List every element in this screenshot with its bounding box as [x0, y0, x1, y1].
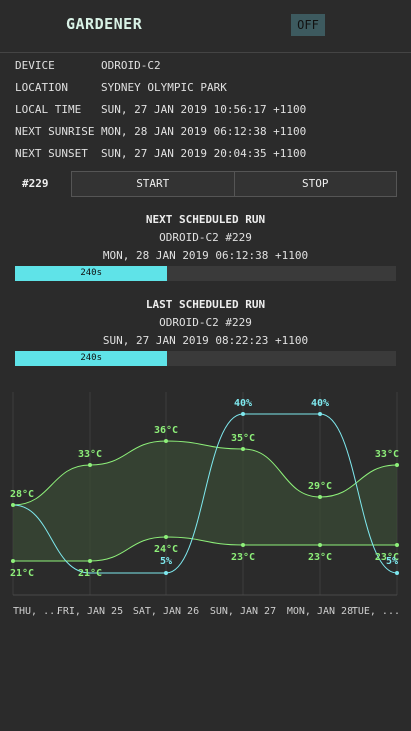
info-value: MON, 28 JAN 2019 06:12:38 +1100 [101, 125, 307, 138]
start-stop-button-group: START STOP [71, 171, 397, 197]
rain-chance-point [318, 412, 322, 416]
high-temp-point [395, 463, 399, 467]
last-run-time: SUN, 27 JAN 2019 08:22:23 +1100 [102, 334, 309, 347]
low-temp-point [395, 543, 399, 547]
x-tick-label: THU, ... [13, 606, 61, 617]
info-value: SYDNEY OLYMPIC PARK [101, 81, 227, 94]
x-tick-label: TUE, ... [352, 606, 400, 617]
last-scheduled-run: LAST SCHEDULED RUN ODROID-C2 #229 SUN, 2… [0, 296, 411, 350]
low-temp-point [241, 543, 245, 547]
app-header: GARDENER OFF [0, 0, 411, 53]
run-controls: #229 START STOP [0, 171, 411, 197]
info-row-device: DEVICE ODROID-C2 [15, 55, 306, 77]
last-run-device: ODROID-C2 #229 [159, 316, 252, 329]
last-run-progress-bar: 240s [15, 351, 396, 366]
last-run-title: LAST SCHEDULED RUN [145, 298, 266, 311]
low-temp-point [164, 535, 168, 539]
x-tick-label: SAT, JAN 26 [133, 606, 199, 617]
low-temp-label: 21°C [78, 568, 102, 579]
next-run-progress-fill: 240s [15, 266, 168, 281]
info-key: NEXT SUNRISE [15, 125, 95, 138]
info-key: LOCAL TIME [15, 103, 82, 116]
high-temp-point [241, 447, 245, 451]
last-run-progress-fill: 240s [15, 351, 168, 366]
info-row-next-sunrise: NEXT SUNRISE MON, 28 JAN 2019 06:12:38 +1… [15, 121, 306, 143]
next-run-time: MON, 28 JAN 2019 06:12:38 +1100 [102, 249, 309, 262]
rain-chance-label: 40% [234, 398, 252, 409]
run-id-label: #229 [22, 177, 49, 190]
info-row-location: LOCATION SYDNEY OLYMPIC PARK [15, 77, 306, 99]
info-value: ODROID-C2 [101, 59, 161, 72]
low-temp-label: 21°C [10, 568, 34, 579]
high-temp-label: 28°C [10, 489, 34, 500]
high-temp-label: 29°C [308, 481, 332, 492]
next-run-progress-bar: 240s [15, 266, 396, 281]
info-key: NEXT SUNSET [15, 147, 88, 160]
next-scheduled-run: NEXT SCHEDULED RUN ODROID-C2 #229 MON, 2… [0, 211, 411, 265]
high-temp-label: 33°C [78, 449, 102, 460]
high-temp-label: 36°C [154, 425, 178, 436]
rain-chance-point [241, 412, 245, 416]
info-row-next-sunset: NEXT SUNSET SUN, 27 JAN 2019 20:04:35 +11… [15, 143, 306, 165]
high-temp-label: 33°C [375, 449, 399, 460]
start-button[interactable]: START [72, 172, 234, 196]
low-temp-label: 24°C [154, 544, 178, 555]
info-key: LOCATION [15, 81, 68, 94]
low-temp-label: 23°C [231, 552, 255, 563]
stop-button[interactable]: STOP [233, 172, 397, 196]
temperature-band [13, 441, 397, 561]
x-tick-label: SUN, JAN 27 [210, 606, 276, 617]
rain-chance-point [164, 571, 168, 575]
low-temp-point [11, 559, 15, 563]
high-temp-point [11, 503, 15, 507]
info-key: DEVICE [15, 59, 55, 72]
next-run-device: ODROID-C2 #229 [159, 231, 252, 244]
low-temp-point [318, 543, 322, 547]
app-title: GARDENER [66, 15, 143, 33]
info-value: SUN, 27 JAN 2019 20:04:35 +1100 [101, 147, 307, 160]
high-temp-label: 35°C [231, 433, 255, 444]
high-temp-point [318, 495, 322, 499]
device-info-table: DEVICE ODROID-C2 LOCATION SYDNEY OLYMPIC P… [15, 55, 306, 165]
forecast-chart: 28°C 33°C 36°C 35°C 29°C 33°C 21°C 21°C 24°C 23°C… [10, 392, 400, 617]
x-tick-label: FRI, JAN 25 [57, 606, 123, 617]
power-toggle-button[interactable]: OFF [291, 14, 325, 36]
info-row-local-time: LOCAL TIME SUN, 27 JAN 2019 10:56:17 +110… [15, 99, 306, 121]
info-value: SUN, 27 JAN 2019 10:56:17 +1100 [101, 103, 307, 116]
high-temp-point [88, 463, 92, 467]
rain-chance-label: 5% [160, 556, 172, 567]
low-temp-point [88, 559, 92, 563]
high-temp-point [164, 439, 168, 443]
x-tick-label: MON, JAN 28 [287, 606, 353, 617]
rain-chance-label: 40% [311, 398, 329, 409]
low-temp-label: 23°C [308, 552, 332, 563]
next-run-title: NEXT SCHEDULED RUN [145, 213, 266, 226]
rain-chance-point [395, 571, 399, 575]
rain-chance-label: 5% [386, 556, 398, 567]
